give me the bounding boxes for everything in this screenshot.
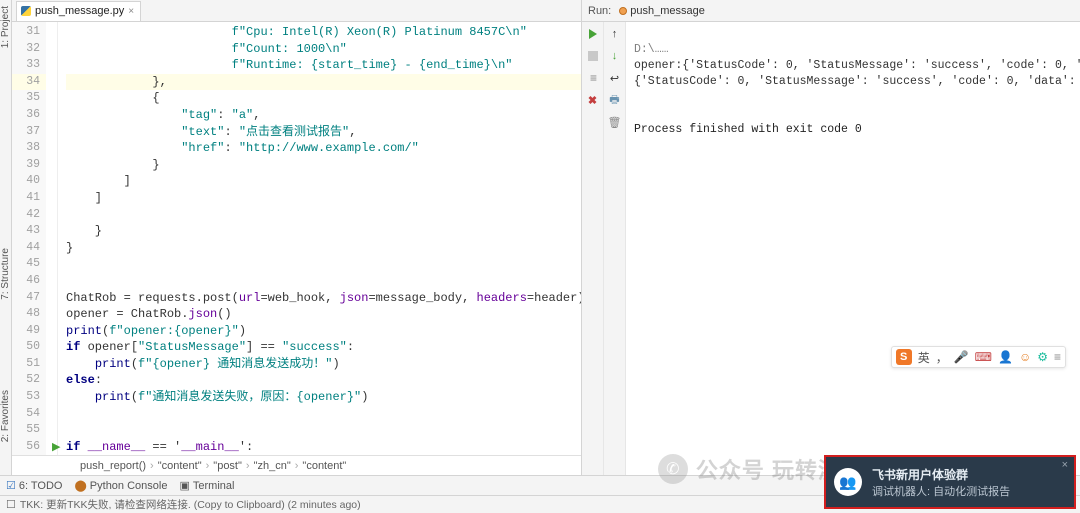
close-icon[interactable]: ×: [1062, 459, 1068, 471]
breadcrumb-item[interactable]: push_report(): [80, 460, 146, 472]
breadcrumb-item[interactable]: "post": [213, 460, 242, 472]
todo-tool[interactable]: ☑6: TODO: [6, 479, 62, 492]
ime-toolbar[interactable]: S 英 ， 🎤 ⌨ 👤 ☺ ⚙ ≡: [891, 346, 1066, 368]
run-title: Run:: [588, 5, 611, 17]
editor-tab-label: push_message.py: [35, 5, 124, 17]
code-area[interactable]: 31 32 33 34 35 36 37 38 39 40 41 42 43 4…: [12, 22, 581, 455]
notification-toast[interactable]: × 👥 飞书新用户体验群 调试机器人: 自动化测试报告: [824, 455, 1076, 509]
exit-button[interactable]: ✖: [585, 92, 601, 108]
ime-toolbox-icon[interactable]: ⚙: [1037, 350, 1048, 364]
python-console-tool[interactable]: ⬤Python Console: [74, 479, 167, 492]
fold-column: [46, 22, 58, 455]
toast-subtitle: 调试机器人: 自动化测试报告: [872, 483, 1010, 499]
stop-button[interactable]: [585, 48, 601, 64]
ime-person-icon[interactable]: 👤: [998, 350, 1013, 364]
status-message: TKK: 更新TKK失败, 请检查网络连接. (Copy to Clipboar…: [20, 497, 361, 512]
editor-pane: push_message.py × 31 32 33 34 35 36 37 3…: [12, 0, 582, 475]
breadcrumbs[interactable]: push_report() › "content" › "post" › "zh…: [12, 455, 581, 475]
clear-icon[interactable]: 🗑: [607, 114, 623, 130]
line-number-gutter: 31 32 33 34 35 36 37 38 39 40 41 42 43 4…: [12, 22, 46, 455]
ime-menu-icon[interactable]: ≡: [1054, 350, 1061, 364]
run-header: Run: push_message ✿ —: [582, 0, 1080, 22]
toast-title: 飞书新用户体验群: [872, 466, 1010, 483]
close-icon[interactable]: ×: [128, 6, 134, 17]
wechat-icon: ✆: [658, 454, 688, 484]
run-config-selector[interactable]: push_message: [619, 5, 705, 17]
run-console[interactable]: D:\…… opener:{'StatusCode': 0, 'StatusMe…: [626, 22, 1080, 475]
left-tool-stripe: 1: Project 7: Structure 2: Favorites: [0, 0, 12, 475]
pause-button[interactable]: ≡: [585, 70, 601, 86]
run-toolbar-left: ≡ ✖: [582, 22, 604, 475]
python-file-icon: [21, 6, 31, 16]
code-text[interactable]: f"Cpu: Intel(R) Xeon(R) Platinum 8457C\n…: [58, 22, 581, 455]
rerun-button[interactable]: [585, 26, 601, 42]
ime-emoji-icon[interactable]: ☺: [1019, 350, 1031, 364]
avatar-icon: 👥: [834, 468, 862, 496]
project-tool[interactable]: 1: Project: [0, 6, 11, 48]
breadcrumb-item[interactable]: "content": [302, 460, 346, 472]
scroll-up-icon[interactable]: ↑: [607, 26, 623, 42]
ime-punct-icon[interactable]: ，: [936, 349, 948, 366]
ime-mic-icon[interactable]: 🎤: [954, 350, 969, 364]
favorites-tool[interactable]: 2: Favorites: [0, 390, 11, 442]
ime-keyboard-icon[interactable]: ⌨: [975, 350, 992, 364]
ime-lang[interactable]: 英: [918, 349, 930, 366]
run-toolbar-right: ↑ ↓ ↩ 🖶 🗑: [604, 22, 626, 475]
soft-wrap-icon[interactable]: ↩: [607, 70, 623, 86]
editor-tab-push-message[interactable]: push_message.py ×: [16, 1, 141, 21]
terminal-tool[interactable]: ▣Terminal: [179, 479, 234, 492]
run-tool-window: Run: push_message ✿ — ≡ ✖ ↑ ↓ ↩ 🖶 🗑: [582, 0, 1080, 475]
run-config-icon: [619, 7, 627, 15]
structure-tool[interactable]: 7: Structure: [0, 248, 11, 300]
scroll-down-icon[interactable]: ↓: [607, 48, 623, 64]
sogou-logo-icon: S: [896, 349, 912, 365]
print-icon[interactable]: 🖶: [607, 92, 623, 108]
breadcrumb-item[interactable]: "zh_cn": [254, 460, 291, 472]
editor-tabs: push_message.py ×: [12, 0, 581, 22]
run-line-marker-icon[interactable]: ▶: [52, 440, 60, 453]
breadcrumb-item[interactable]: "content": [158, 460, 202, 472]
